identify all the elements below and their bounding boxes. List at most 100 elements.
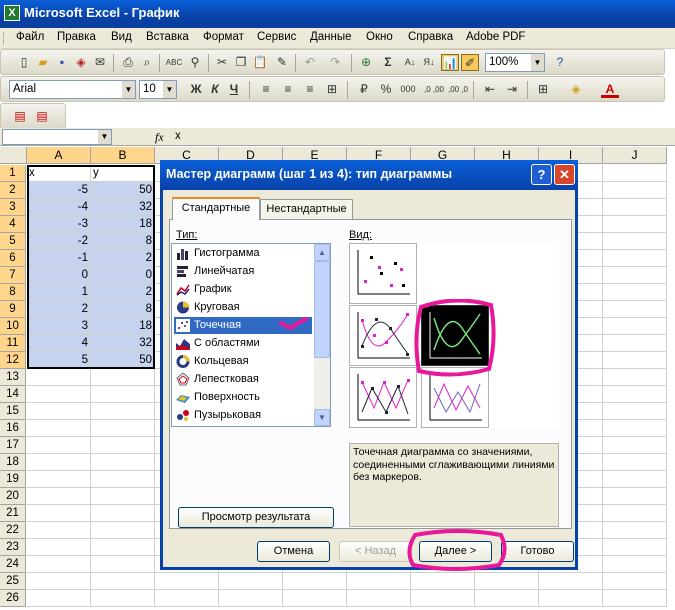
row-header[interactable]: 16 [0,420,26,437]
decrease-decimal-button[interactable]: ,00 ,0 [447,81,469,98]
table-cell[interactable] [91,437,155,454]
scroll-thumb[interactable] [314,261,330,358]
list-item-line[interactable]: График [174,281,312,298]
list-item-bar[interactable]: Линейчатая [174,263,312,280]
sort-ascending-icon[interactable]: A↓ [401,54,419,71]
row-header[interactable]: 10 [0,318,26,335]
bold-button[interactable]: Ж [187,81,205,98]
drawing-icon[interactable]: ✐ [461,54,479,71]
decrease-indent-icon[interactable]: ⇤ [481,81,499,98]
table-cell[interactable]: 32 [91,199,155,216]
table-cell[interactable] [27,522,91,539]
underline-button[interactable]: Ч [225,81,243,98]
table-cell[interactable] [603,233,667,250]
table-cell[interactable] [27,488,91,505]
row-header[interactable]: 26 [0,590,26,607]
list-item-doughnut[interactable]: Кольцевая [174,353,312,370]
table-cell[interactable]: 3 [27,318,91,335]
row-header[interactable]: 11 [0,335,26,352]
table-cell[interactable]: 50 [91,182,155,199]
table-cell[interactable] [91,420,155,437]
table-cell[interactable]: -3 [27,216,91,233]
row-header[interactable]: 7 [0,267,26,284]
table-cell[interactable] [155,590,219,607]
table-cell[interactable] [219,573,283,590]
table-cell[interactable] [27,539,91,556]
cancel-button[interactable]: Отмена [257,541,330,562]
table-cell[interactable] [27,590,91,607]
save-icon[interactable]: ▪ [53,54,71,71]
table-cell[interactable]: 8 [91,301,155,318]
row-header[interactable]: 1 [0,165,26,182]
table-cell[interactable] [27,471,91,488]
row-header[interactable]: 19 [0,471,26,488]
close-button[interactable]: ✕ [554,164,575,185]
type-list-scrollbar[interactable]: ▲ ▼ [314,244,330,426]
pdf-email-icon[interactable]: ▤ [33,108,51,125]
table-cell[interactable]: 0 [27,267,91,284]
table-cell[interactable]: 8 [91,233,155,250]
thousands-button[interactable]: 000 [399,81,417,98]
subtype-straight-markers[interactable] [349,367,417,428]
subtype-smooth-markers[interactable] [349,305,417,366]
table-cell[interactable] [603,573,667,590]
help-button[interactable]: ? [531,164,552,185]
column-header-b[interactable]: B [91,147,155,164]
table-cell[interactable] [347,590,411,607]
increase-indent-icon[interactable]: ⇥ [503,81,521,98]
help-icon[interactable]: ? [551,54,569,71]
menu-adobe-pdf[interactable]: Adobe PDF [466,31,525,43]
list-item-pie[interactable]: Круговая [174,299,312,316]
table-cell[interactable] [155,573,219,590]
table-cell[interactable] [603,505,667,522]
chart-type-list[interactable]: Гистограмма Линейчатая График Круговая Т… [171,243,331,427]
table-cell[interactable] [603,420,667,437]
table-cell[interactable] [603,437,667,454]
scroll-down-icon[interactable]: ▼ [314,409,330,426]
table-cell[interactable] [411,573,475,590]
table-cell[interactable] [603,199,667,216]
scroll-up-icon[interactable]: ▲ [314,244,330,261]
open-icon[interactable]: ▰ [34,54,52,71]
table-cell[interactable] [603,352,667,369]
row-header[interactable]: 15 [0,403,26,420]
table-cell[interactable] [603,182,667,199]
table-cell[interactable]: 50 [91,352,155,369]
align-right-icon[interactable]: ≡ [301,81,319,98]
table-cell[interactable] [603,335,667,352]
select-all-corner[interactable] [0,147,27,164]
table-cell[interactable]: -5 [27,182,91,199]
column-header-a[interactable]: A [27,147,91,164]
preview-result-button[interactable]: Просмотр результата [178,507,334,528]
list-item-bubble[interactable]: Пузырьковая [174,407,312,424]
menu-insert[interactable]: Вставка [146,31,189,43]
table-cell[interactable] [27,454,91,471]
paste-icon[interactable]: 📋 [251,54,269,71]
italic-button[interactable]: К [206,81,224,98]
table-cell[interactable] [603,403,667,420]
table-cell[interactable] [27,556,91,573]
tab-custom[interactable]: Нестандартные [260,199,353,219]
redo-icon[interactable]: ↷ [326,54,344,71]
row-header[interactable]: 23 [0,539,26,556]
table-cell[interactable]: 32 [91,335,155,352]
menu-file[interactable]: Файл [16,31,44,43]
table-cell[interactable] [539,573,603,590]
table-cell[interactable]: x [27,165,91,182]
table-cell[interactable] [603,454,667,471]
formula-input[interactable]: x [175,130,181,142]
spelling-icon[interactable]: ABC [165,54,183,71]
table-cell[interactable]: 18 [91,216,155,233]
print-icon[interactable]: ⎙ [119,54,137,71]
table-cell[interactable] [603,522,667,539]
table-cell[interactable] [27,369,91,386]
table-cell[interactable] [91,454,155,471]
menu-edit[interactable]: Правка [57,31,96,43]
table-cell[interactable]: 2 [27,301,91,318]
table-cell[interactable] [603,590,667,607]
list-item-surface[interactable]: Поверхность [174,389,312,406]
table-cell[interactable] [539,590,603,607]
table-cell[interactable] [27,386,91,403]
table-cell[interactable] [475,573,539,590]
font-size-select[interactable]: 10 ▼ [139,80,177,99]
